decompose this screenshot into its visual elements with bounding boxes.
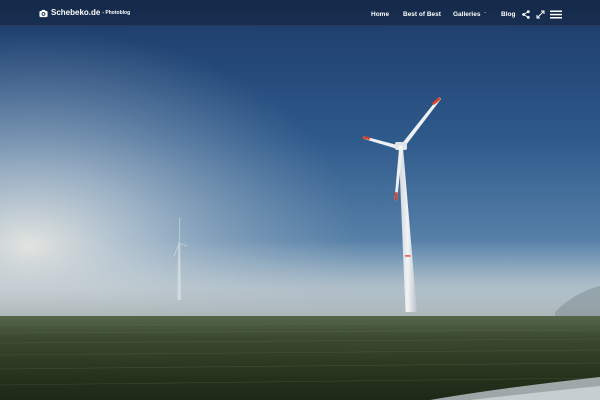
site-name: Schebeko.de (51, 8, 101, 17)
green-field (0, 316, 600, 400)
fog-band (0, 240, 600, 320)
nav-item-best-of-best[interactable]: Best of Best (403, 8, 441, 20)
photoblog-page: Schebeko.de - Photoblog Home Best of Bes… (0, 0, 600, 400)
camera-icon (39, 9, 48, 17)
share-button[interactable] (521, 9, 531, 19)
share-icon (522, 9, 530, 19)
chevron-down-icon: ˇ (484, 11, 486, 16)
hamburger-menu-icon (549, 10, 562, 18)
menu-button[interactable] (549, 9, 562, 19)
nav-item-galleries-label: Galleries (453, 10, 481, 18)
top-navbar: Schebeko.de - Photoblog Home Best of Bes… (0, 0, 600, 26)
nav-item-galleries[interactable]: Galleries ˇ (453, 8, 486, 20)
hero-photo-wind-turbines (0, 0, 600, 400)
fullscreen-button[interactable] (535, 9, 545, 19)
nav-item-blog[interactable]: Blog (501, 8, 515, 20)
expand-icon (536, 10, 544, 18)
site-logo[interactable]: Schebeko.de - Photoblog (39, 8, 130, 18)
site-tagline: - Photoblog (102, 10, 131, 16)
nav-item-home[interactable]: Home (371, 8, 389, 20)
